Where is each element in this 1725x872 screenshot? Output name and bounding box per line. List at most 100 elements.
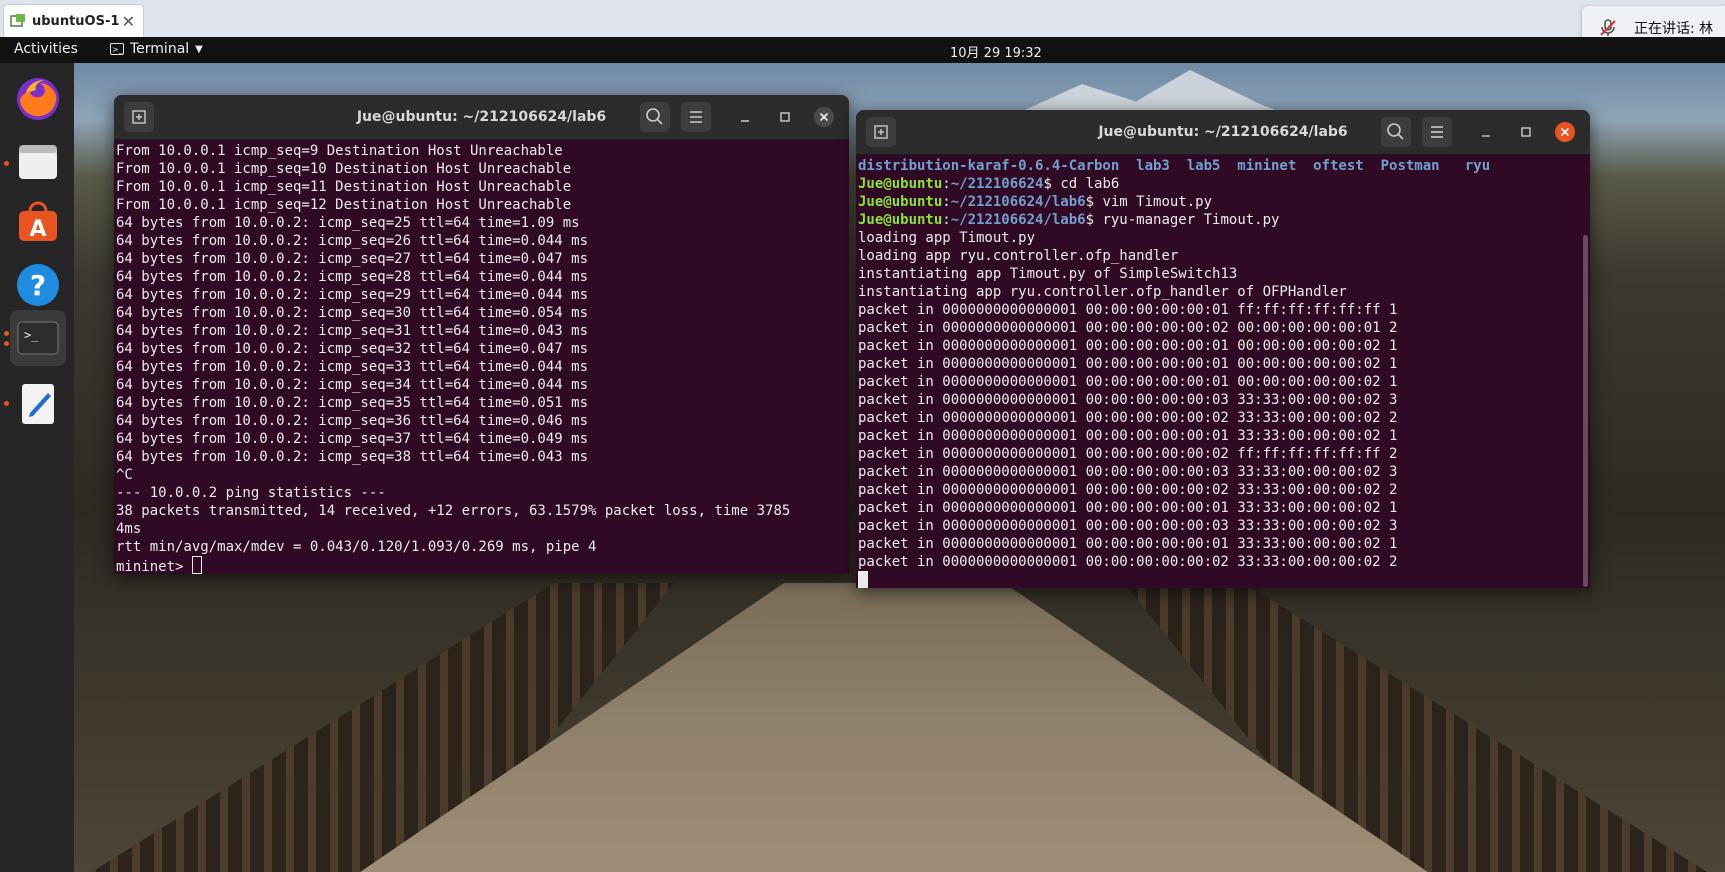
minimize-icon[interactable] xyxy=(1476,122,1496,142)
terminal-line: packet in 0000000000000001 00:00:00:00:0… xyxy=(858,410,1398,426)
terminal-line: 4ms xyxy=(116,521,142,537)
dock-firefox[interactable] xyxy=(10,71,66,127)
terminal-line: 64 bytes from 10.0.0.2: icmp_seq=36 ttl=… xyxy=(116,413,589,429)
dock-terminal[interactable]: >_ xyxy=(10,310,66,366)
terminal-line: 64 bytes from 10.0.0.2: icmp_seq=31 ttl=… xyxy=(116,323,589,339)
help-icon: ? xyxy=(17,264,59,306)
prompt-line[interactable]: mininet> xyxy=(116,556,849,574)
running-indicator xyxy=(4,331,9,336)
maximize-icon[interactable] xyxy=(1516,122,1536,142)
close-window-button[interactable] xyxy=(1555,122,1575,142)
search-button[interactable] xyxy=(1381,117,1411,147)
terminal-line: loading app Timout.py xyxy=(858,230,1036,246)
command-text: cd lab6 xyxy=(1060,176,1120,192)
terminal-line: packet in 0000000000000001 00:00:00:00:0… xyxy=(858,464,1398,480)
dock: A ? >_ xyxy=(0,63,74,872)
terminal-small-icon: >_ xyxy=(110,43,124,55)
close-icon[interactable]: ✕ xyxy=(122,12,135,31)
prompt-path: ~/212106624/lab6 xyxy=(950,212,1086,228)
search-button[interactable] xyxy=(640,102,670,132)
terminal-line: 38 packets transmitted, 14 received, +12… xyxy=(116,503,791,519)
terminal-line: instantiating app Timout.py of SimpleSwi… xyxy=(858,266,1238,282)
terminal-line: ^C xyxy=(116,467,133,483)
terminal-line: 64 bytes from 10.0.0.2: icmp_seq=30 ttl=… xyxy=(116,305,589,321)
mininet-prompt: mininet> xyxy=(116,559,192,574)
app-menu-label: Terminal xyxy=(130,41,190,57)
command-line: Jue@ubuntu:~/212106624/lab6$ vim Timout.… xyxy=(858,193,1590,211)
terminal-line: loading app ryu.controller.ofp_handler xyxy=(858,248,1179,264)
svg-text:>_: >_ xyxy=(24,328,39,342)
prompt-separator: : xyxy=(942,212,951,228)
vm-icon xyxy=(10,14,25,27)
firefox-icon xyxy=(17,78,59,120)
terminal-line: packet in 0000000000000001 00:00:00:00:0… xyxy=(858,554,1398,570)
terminal-line: From 10.0.0.1 icmp_seq=10 Destination Ho… xyxy=(116,161,572,177)
close-icon xyxy=(1560,127,1570,137)
app-menu[interactable]: >_ Terminal ▼ xyxy=(110,41,203,57)
terminal-line: 64 bytes from 10.0.0.2: icmp_seq=32 ttl=… xyxy=(116,341,589,357)
cursor-line[interactable] xyxy=(858,571,1590,588)
meeting-speaker-text: 正在讲话: 林 xyxy=(1634,21,1714,37)
terminal-line: 64 bytes from 10.0.0.2: icmp_seq=35 ttl=… xyxy=(116,395,589,411)
host-tab-strip: ubuntuOS-1 ✕ 正在讲话: 林 xyxy=(0,0,1725,50)
terminal-line: packet in 0000000000000001 00:00:00:00:0… xyxy=(858,518,1398,534)
search-icon xyxy=(646,108,663,125)
mic-muted-icon[interactable] xyxy=(1598,18,1618,38)
titlebar-left[interactable]: Jue@ubuntu: ~/212106624/lab6 xyxy=(114,95,849,140)
terminal-window-right[interactable]: Jue@ubuntu: ~/212106624/lab6 distributio… xyxy=(856,110,1590,588)
terminal-line: From 10.0.0.1 icmp_seq=12 Destination Ho… xyxy=(116,197,572,213)
dock-files[interactable] xyxy=(10,134,66,190)
terminal-line: 64 bytes from 10.0.0.2: icmp_seq=26 ttl=… xyxy=(116,233,589,249)
dock-software[interactable]: A xyxy=(10,195,66,251)
command-text: vim Timout.py xyxy=(1102,194,1213,210)
files-icon xyxy=(19,145,57,179)
titlebar-right[interactable]: Jue@ubuntu: ~/212106624/lab6 xyxy=(856,110,1590,155)
command-line: Jue@ubuntu:~/212106624/lab6$ ryu-manager… xyxy=(858,211,1590,229)
prompt-dollar: $ xyxy=(1085,194,1103,210)
host-tab-ubuntuos[interactable]: ubuntuOS-1 ✕ xyxy=(3,4,144,37)
search-icon xyxy=(1387,123,1404,140)
software-store-icon: A xyxy=(19,201,57,242)
running-indicator xyxy=(4,341,9,346)
dock-help[interactable]: ? xyxy=(10,257,66,313)
terminal-line: packet in 0000000000000001 00:00:00:00:0… xyxy=(858,356,1398,372)
terminal-line: packet in 0000000000000001 00:00:00:00:0… xyxy=(858,320,1398,336)
menu-button[interactable] xyxy=(1422,117,1452,147)
terminal-window-left[interactable]: Jue@ubuntu: ~/212106624/lab6 From 10.0.0… xyxy=(114,95,849,574)
text-cursor xyxy=(858,571,868,588)
terminal-line: 64 bytes from 10.0.0.2: icmp_seq=29 ttl=… xyxy=(116,287,589,303)
hamburger-icon xyxy=(690,111,702,123)
terminal-line: 64 bytes from 10.0.0.2: icmp_seq=38 ttl=… xyxy=(116,449,589,465)
running-indicator xyxy=(4,401,9,406)
terminal-output-left[interactable]: From 10.0.0.1 icmp_seq=9 Destination Hos… xyxy=(114,140,849,574)
close-icon xyxy=(819,112,829,122)
text-cursor xyxy=(191,556,202,574)
svg-text:?: ? xyxy=(30,269,46,302)
terminal-line: packet in 0000000000000001 00:00:00:00:0… xyxy=(858,338,1398,354)
prompt-separator: : xyxy=(942,176,951,192)
terminal-line: 64 bytes from 10.0.0.2: icmp_seq=33 ttl=… xyxy=(116,359,589,375)
prompt-dollar: $ xyxy=(1043,176,1061,192)
terminal-line: rtt min/avg/max/mdev = 0.043/0.120/1.093… xyxy=(116,539,597,555)
menu-button[interactable] xyxy=(681,102,711,132)
terminal-output-right[interactable]: distribution-karaf-0.6.4-Carbon lab3 lab… xyxy=(856,155,1590,588)
activities-button[interactable]: Activities xyxy=(14,41,78,57)
dock-text-editor[interactable] xyxy=(10,375,66,431)
hamburger-icon xyxy=(1431,126,1443,138)
scrollbar[interactable] xyxy=(1583,235,1588,587)
terminal-line: instantiating app ryu.controller.ofp_han… xyxy=(858,284,1347,300)
terminal-line: packet in 0000000000000001 00:00:00:00:0… xyxy=(858,446,1398,462)
terminal-line: packet in 0000000000000001 00:00:00:00:0… xyxy=(858,536,1398,552)
prompt-user: Jue@ubuntu xyxy=(858,194,943,210)
close-window-button[interactable] xyxy=(814,107,834,127)
clock[interactable]: 10月 29 19:32 xyxy=(950,42,1042,61)
terminal-line: packet in 0000000000000001 00:00:00:00:0… xyxy=(858,428,1398,444)
minimize-icon[interactable] xyxy=(735,107,755,127)
text-editor-icon xyxy=(22,384,54,424)
maximize-icon[interactable] xyxy=(775,107,795,127)
terminal-line: packet in 0000000000000001 00:00:00:00:0… xyxy=(858,374,1398,390)
prompt-dollar: $ xyxy=(1085,212,1103,228)
terminal-line: packet in 0000000000000001 00:00:00:00:0… xyxy=(858,500,1398,516)
command-text: ryu-manager Timout.py xyxy=(1102,212,1280,228)
command-line: Jue@ubuntu:~/212106624$ cd lab6 xyxy=(858,175,1590,193)
